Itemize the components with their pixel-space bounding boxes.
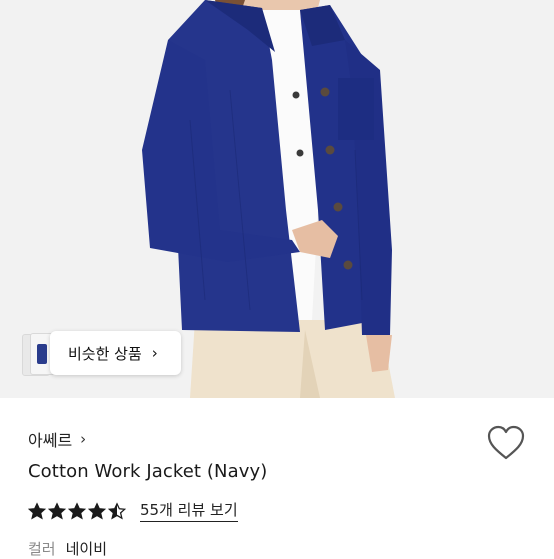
star-full-icon xyxy=(28,501,46,519)
product-title: Cotton Work Jacket (Navy) xyxy=(28,461,268,482)
color-row: 컬러 네이비 xyxy=(28,538,107,559)
brand-name: 아쎄르 xyxy=(28,431,73,450)
rating-row: 55개 리뷰 보기 xyxy=(28,499,238,522)
similar-products-button[interactable]: 비슷한 상품 › xyxy=(50,331,181,375)
heart-outline-icon xyxy=(487,425,525,460)
star-full-icon xyxy=(68,501,86,519)
brand-link[interactable]: 아쎄르 › xyxy=(28,427,86,451)
star-full-icon xyxy=(88,501,106,519)
chevron-right-icon: › xyxy=(151,344,158,362)
similar-products-label: 비슷한 상품 xyxy=(68,344,142,363)
product-image[interactable]: 비슷한 상품 › xyxy=(0,0,554,398)
color-label: 컬러 xyxy=(28,540,56,558)
wishlist-button[interactable] xyxy=(486,424,526,462)
star-rating xyxy=(28,501,128,520)
star-full-icon xyxy=(48,501,66,519)
chevron-right-icon: › xyxy=(80,430,87,448)
star-half-icon xyxy=(108,501,126,519)
view-reviews-link[interactable]: 55개 리뷰 보기 xyxy=(140,499,238,522)
color-value: 네이비 xyxy=(65,540,108,558)
